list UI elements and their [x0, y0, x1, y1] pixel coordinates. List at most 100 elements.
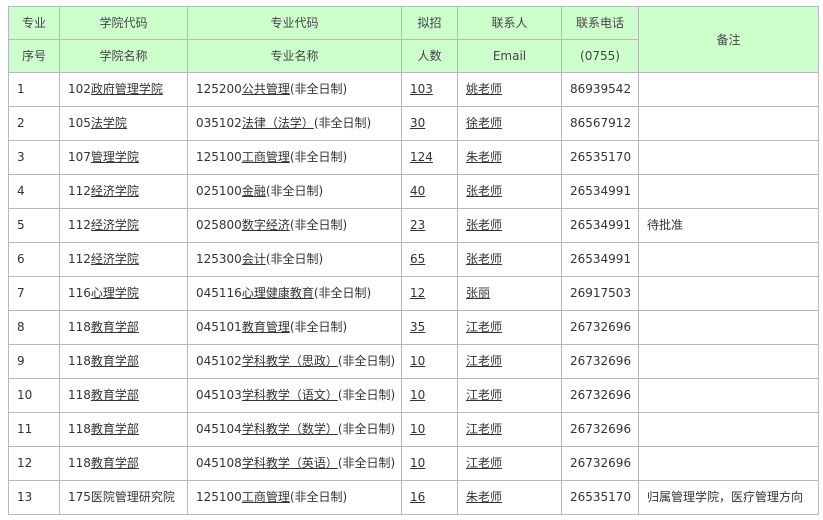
contact-cell: 徐老师 — [457, 106, 562, 141]
major-link[interactable]: 工商管理 — [242, 150, 290, 164]
major-link[interactable]: 金融 — [242, 184, 266, 198]
college-cell: 112经济学院 — [59, 174, 188, 209]
contact-cell: 江老师 — [457, 344, 562, 379]
major-cell: 045104学科教学（数学）(非全日制) — [187, 412, 402, 447]
study-mode: (非全日制) — [313, 116, 372, 130]
seq-cell: 5 — [8, 208, 60, 243]
phone-cell: 26732696 — [561, 344, 639, 379]
header-college-name: 学院名称 — [59, 39, 188, 73]
contact-email-link[interactable]: 朱老师 — [466, 490, 502, 504]
major-code: 125100 — [196, 490, 242, 504]
college-cell: 175医院管理研究院 — [59, 480, 188, 515]
major-link[interactable]: 数字经济 — [242, 218, 290, 232]
enroll-link[interactable]: 10 — [410, 456, 425, 470]
major-link[interactable]: 公共管理 — [242, 82, 290, 96]
contact-cell: 江老师 — [457, 378, 562, 413]
seq-number: 8 — [17, 320, 25, 334]
enroll-link[interactable]: 124 — [410, 150, 433, 164]
seq-cell: 1 — [8, 72, 60, 107]
enroll-cell: 10 — [401, 446, 458, 481]
phone-number: 26732696 — [570, 456, 632, 470]
major-code: 045101 — [196, 320, 242, 334]
college-cell: 118教育学部 — [59, 412, 188, 447]
enroll-link[interactable]: 10 — [410, 388, 425, 402]
major-cell: 035102法律（法学）(非全日制) — [187, 106, 402, 141]
college-link[interactable]: 教育学部 — [91, 456, 139, 470]
college-link[interactable]: 教育学部 — [91, 320, 139, 334]
table-row: 5 112经济学院 025800数字经济(非全日制) 23 张老师 26534991 待批准 — [8, 208, 819, 243]
phone-cell: 86939542 — [561, 72, 639, 107]
enroll-link[interactable]: 30 — [410, 116, 425, 130]
contact-email-link[interactable]: 张老师 — [466, 218, 502, 232]
enroll-link[interactable]: 10 — [410, 354, 425, 368]
phone-number: 26732696 — [570, 422, 632, 436]
contact-email-link[interactable]: 江老师 — [466, 422, 502, 436]
major-link[interactable]: 学科教学（思政） — [242, 354, 338, 368]
college-link[interactable]: 经济学院 — [91, 184, 139, 198]
enroll-link[interactable]: 12 — [410, 286, 425, 300]
phone-cell: 26917503 — [561, 276, 639, 311]
contact-email-link[interactable]: 张老师 — [466, 184, 502, 198]
college-link[interactable]: 经济学院 — [91, 252, 139, 266]
enroll-link[interactable]: 16 — [410, 490, 425, 504]
college-link[interactable]: 管理学院 — [91, 150, 139, 164]
table-row: 4 112经济学院 025100金融(非全日制) 40 张老师 26534991 — [8, 174, 819, 209]
college-cell: 118教育学部 — [59, 446, 188, 481]
contact-email-link[interactable]: 张老师 — [466, 252, 502, 266]
phone-number: 26534991 — [570, 184, 632, 198]
phone-number: 86939542 — [570, 82, 632, 96]
college-cell: 112经济学院 — [59, 242, 188, 277]
major-code: 025100 — [196, 184, 242, 198]
major-link[interactable]: 会计 — [242, 252, 266, 266]
major-link[interactable]: 心理健康教育 — [242, 286, 314, 300]
college-link[interactable]: 经济学院 — [91, 218, 139, 232]
phone-number: 26535170 — [570, 490, 632, 504]
enroll-cell: 30 — [401, 106, 458, 141]
contact-email-link[interactable]: 江老师 — [466, 320, 502, 334]
phone-cell: 26535170 — [561, 480, 639, 515]
enroll-link[interactable]: 65 — [410, 252, 425, 266]
contact-email-link[interactable]: 江老师 — [466, 456, 502, 470]
contact-email-link[interactable]: 江老师 — [466, 354, 502, 368]
major-link[interactable]: 教育管理 — [242, 320, 290, 334]
remark-text: 待批准 — [647, 218, 684, 232]
study-mode: (非全日制) — [337, 388, 396, 402]
enroll-link[interactable]: 103 — [410, 82, 433, 96]
phone-cell: 26732696 — [561, 378, 639, 413]
college-link[interactable]: 政府管理学院 — [91, 82, 163, 96]
major-link[interactable]: 学科教学（语文） — [242, 388, 338, 402]
college-link[interactable]: 法学院 — [91, 116, 127, 130]
college-cell: 107管理学院 — [59, 140, 188, 175]
table-row: 8 118教育学部 045101教育管理(非全日制) 35 江老师 26732696 — [8, 310, 819, 345]
college-link[interactable]: 教育学部 — [91, 354, 139, 368]
college-link[interactable]: 教育学部 — [91, 388, 139, 402]
table-row: 11 118教育学部 045104学科教学（数学）(非全日制) 10 江老师 267326… — [8, 412, 819, 447]
college-cell: 118教育学部 — [59, 344, 188, 379]
contact-email-link[interactable]: 张丽 — [466, 286, 490, 300]
major-code: 045102 — [196, 354, 242, 368]
enroll-link[interactable]: 10 — [410, 422, 425, 436]
contact-email-link[interactable]: 徐老师 — [466, 116, 502, 130]
major-link[interactable]: 法律（法学） — [242, 116, 314, 130]
college-link[interactable]: 心理学院 — [91, 286, 139, 300]
header-enroll-sub: 人数 — [401, 39, 458, 73]
enroll-link[interactable]: 40 — [410, 184, 425, 198]
enroll-link[interactable]: 23 — [410, 218, 425, 232]
enroll-link[interactable]: 35 — [410, 320, 425, 334]
contact-email-link[interactable]: 朱老师 — [466, 150, 502, 164]
enroll-cell: 16 — [401, 480, 458, 515]
contact-email-link[interactable]: 江老师 — [466, 388, 502, 402]
seq-number: 3 — [17, 150, 25, 164]
contact-email-link[interactable]: 姚老师 — [466, 82, 502, 96]
major-link[interactable]: 工商管理 — [242, 490, 290, 504]
major-code: 045103 — [196, 388, 242, 402]
remark-cell — [638, 242, 819, 277]
major-link[interactable]: 学科教学（英语） — [242, 456, 338, 470]
remark-cell — [638, 174, 819, 209]
enroll-cell: 35 — [401, 310, 458, 345]
phone-number: 26732696 — [570, 320, 632, 334]
major-link[interactable]: 学科教学（数学） — [242, 422, 338, 436]
college-link[interactable]: 教育学部 — [91, 422, 139, 436]
remark-cell — [638, 344, 819, 379]
enroll-cell: 10 — [401, 344, 458, 379]
